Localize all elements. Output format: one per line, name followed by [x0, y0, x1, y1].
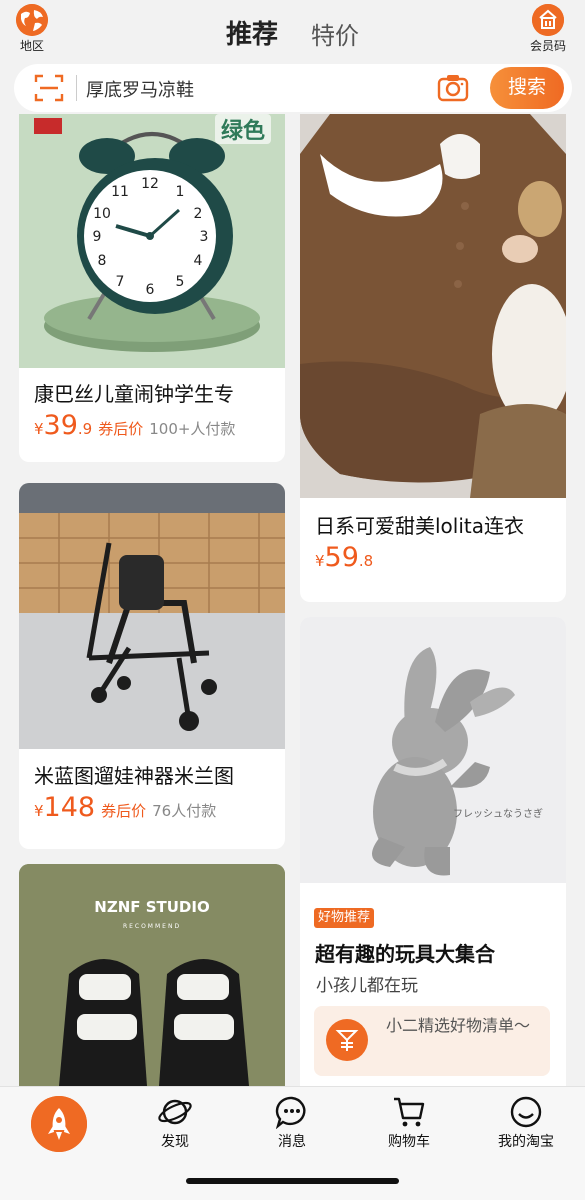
camera-icon[interactable]: [437, 73, 469, 103]
nav-discover[interactable]: 发现: [135, 1095, 215, 1151]
svg-text:5: 5: [176, 274, 185, 290]
svg-text:6: 6: [146, 282, 155, 298]
image-text-green: 绿色: [221, 118, 265, 144]
member-code-label: 会员码: [529, 39, 566, 53]
svg-text:9: 9: [93, 229, 102, 245]
tab-recommend[interactable]: 推荐: [226, 14, 278, 51]
collection-title: 超有趣的玩具大集合: [315, 942, 495, 966]
search-bar: 厚底罗马凉鞋 搜索: [14, 64, 572, 112]
svg-text:7: 7: [116, 274, 125, 290]
coupon-label: 券后价: [98, 420, 144, 438]
top-header: 地区 推荐 特价 会员码: [0, 0, 585, 64]
top-tabs: 推荐 特价: [0, 14, 585, 51]
product-card-lolita-dress[interactable]: 日系可爱甜美lolita连衣 ¥59.8: [300, 114, 566, 602]
product-image-sandals: NZNF STUDIO RECOMMEND: [19, 864, 285, 1086]
planet-icon: [158, 1099, 192, 1125]
rocket-icon: [31, 1096, 87, 1152]
svg-text:1: 1: [176, 184, 185, 200]
sales-count: 100+人付款: [149, 420, 236, 438]
nav-messages[interactable]: 消息: [252, 1095, 332, 1151]
price-integer: 59: [324, 542, 359, 573]
member-shop-icon: [532, 4, 564, 36]
tag-badge: 好物推荐: [314, 908, 375, 928]
product-title: 康巴丝儿童闹钟学生专: [34, 382, 234, 406]
price-row: ¥148 券后价 76人付款: [34, 792, 216, 823]
search-button[interactable]: 搜索: [490, 67, 564, 109]
image-brand-subtext: RECOMMEND: [123, 923, 181, 930]
smiley-face-icon: [510, 1096, 542, 1128]
svg-text:11: 11: [111, 184, 129, 200]
product-card-stroller[interactable]: 米蓝图遛娃神器米兰图 ¥148 券后价 76人付款: [19, 483, 285, 849]
product-card-alarm-clock[interactable]: 12 1 2 3 45 6 78 9 10 11 绿色 康巴丝儿童闹钟学生专 ¥39.9 券后…: [19, 114, 285, 462]
product-title: 米蓝图遛娃神器米兰图: [34, 764, 234, 788]
search-divider: [76, 75, 77, 101]
svg-text:4: 4: [194, 253, 203, 269]
svg-text:8: 8: [98, 253, 107, 269]
price-row: ¥59.8: [315, 542, 373, 573]
home-indicator: [186, 1178, 399, 1184]
price-symbol: ¥: [34, 420, 44, 438]
collection-subtitle: 小孩儿都在玩: [316, 976, 418, 996]
member-code-button[interactable]: 会员码: [521, 4, 575, 54]
nav-label: 我的淘宝: [498, 1134, 554, 1150]
tag-label: 好物推荐: [318, 910, 371, 925]
promo-box[interactable]: 小二精选好物清单～: [314, 1006, 550, 1076]
search-input[interactable]: 厚底罗马凉鞋: [86, 76, 194, 102]
price-integer: 148: [43, 792, 96, 823]
coupon-label: 券后价: [101, 802, 147, 820]
product-image-lolita-dress: [300, 114, 566, 498]
home-rocket-button[interactable]: [31, 1096, 87, 1152]
toy-collection-card[interactable]: フレッシュなうさぎ 好物推荐 超有趣的玩具大集合 小孩儿都在玩 小二精选好物清单…: [300, 617, 566, 1086]
product-title: 日系可爱甜美lolita连衣: [315, 514, 525, 538]
product-image-alarm-clock: 12 1 2 3 45 6 78 9 10 11 绿色: [19, 114, 285, 368]
nav-label: 购物车: [388, 1134, 430, 1150]
promo-text: 小二精选好物清单～: [386, 1016, 531, 1035]
tab-specials[interactable]: 特价: [311, 16, 359, 51]
svg-text:12: 12: [141, 176, 159, 192]
svg-text:3: 3: [200, 229, 209, 245]
shopping-cart-icon: [394, 1097, 425, 1127]
product-image-stroller: [19, 483, 285, 749]
nav-my-taobao[interactable]: 我的淘宝: [486, 1095, 566, 1151]
nav-cart[interactable]: 购物车: [369, 1095, 449, 1151]
nav-label: 消息: [278, 1134, 306, 1150]
product-card-sandals[interactable]: NZNF STUDIO RECOMMEND: [19, 864, 285, 1086]
price-row: ¥39.9 券后价 100+人付款: [34, 410, 235, 441]
price-decimal: .8: [358, 552, 374, 570]
sales-count: 76人付款: [152, 802, 217, 820]
scan-icon[interactable]: [34, 73, 64, 103]
nav-label: 发现: [161, 1134, 189, 1150]
price-symbol: ¥: [315, 552, 325, 570]
chat-bubble-icon: [275, 1096, 306, 1129]
price-decimal: .9: [77, 420, 93, 438]
price-integer: 39: [43, 410, 78, 441]
product-image-plush-rabbit: フレッシュなうさぎ: [300, 617, 566, 883]
svg-text:2: 2: [194, 206, 203, 222]
svg-text:10: 10: [93, 206, 111, 222]
image-brand-text: NZNF STUDIO: [94, 898, 209, 916]
price-symbol: ¥: [34, 802, 44, 820]
yen-coin-icon: [326, 1019, 368, 1061]
image-caption: フレッシュなうさぎ: [453, 807, 543, 820]
